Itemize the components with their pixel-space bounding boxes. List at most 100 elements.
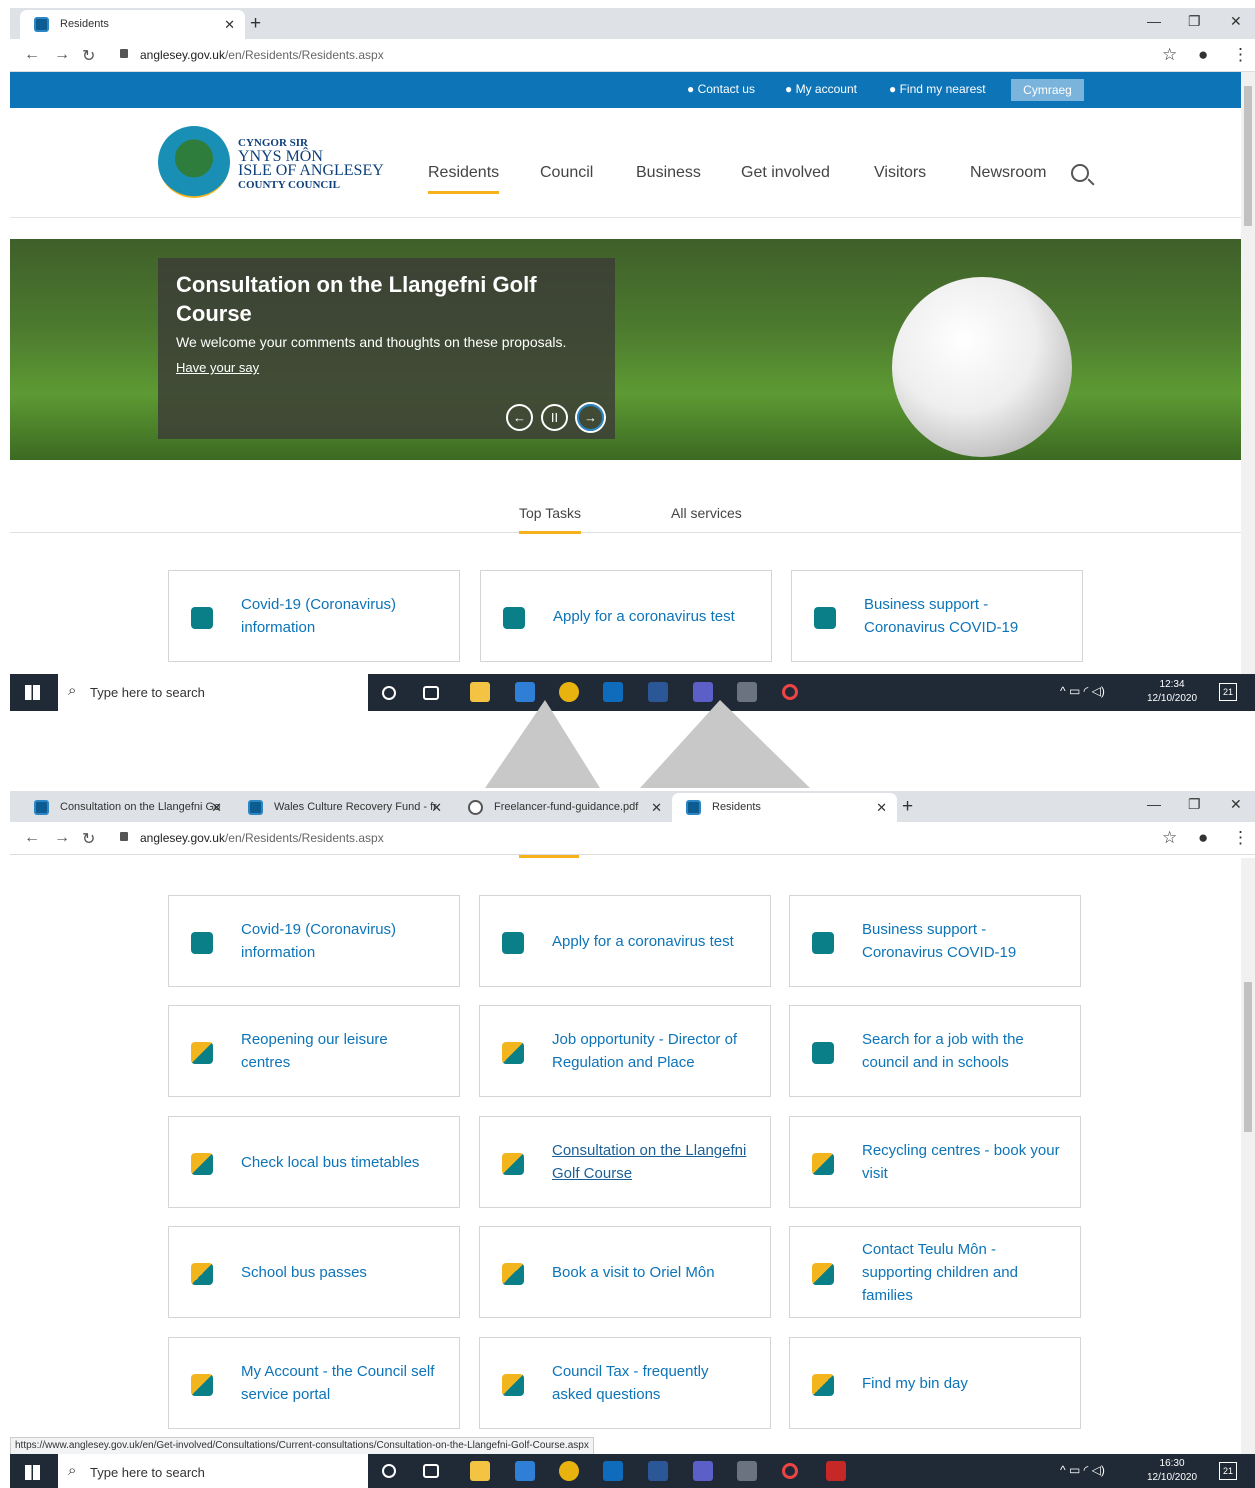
find-my-nearest-link[interactable]: ● Find my nearest — [889, 82, 986, 96]
browser-tab[interactable]: Freelancer-fund-guidance.pdf ✕ — [454, 793, 672, 822]
task-view-icon[interactable] — [423, 1464, 439, 1478]
carousel-pause-icon[interactable]: II — [541, 404, 568, 431]
task-card[interactable]: Covid-19 (Coronavirus) information — [168, 895, 460, 987]
task-card[interactable]: Council Tax - frequently asked questions — [479, 1337, 771, 1429]
calculator-app-icon[interactable] — [737, 1461, 757, 1481]
pdf-reader-icon[interactable] — [826, 1461, 846, 1481]
taskbar-clock[interactable]: 16:30 12/10/2020 — [1147, 1457, 1197, 1485]
teams-icon[interactable] — [693, 682, 713, 702]
chrome-icon[interactable] — [559, 682, 579, 702]
windows-start-icon[interactable] — [25, 1465, 40, 1480]
carousel-next-icon[interactable]: → — [577, 404, 604, 431]
task-card[interactable]: Check local bus timetables — [168, 1116, 460, 1208]
task-card[interactable]: Job opportunity - Director of Regulation… — [479, 1005, 771, 1097]
council-logo-emblem[interactable] — [158, 126, 230, 198]
back-icon[interactable]: ← — [24, 46, 40, 64]
browser-tab[interactable]: Consultation on the Llangefni Go ✕ — [20, 793, 232, 822]
taskbar-clock[interactable]: 12:34 12/10/2020 — [1147, 678, 1197, 706]
tab-all-services[interactable]: All services — [671, 505, 742, 521]
notification-icon[interactable]: 21 — [1219, 683, 1237, 701]
word-icon[interactable] — [648, 1461, 668, 1481]
edge-browser-icon[interactable] — [515, 1461, 535, 1481]
nav-residents[interactable]: Residents — [428, 164, 500, 194]
new-tab-icon[interactable]: + — [250, 13, 261, 35]
language-button[interactable]: Cymraeg — [1011, 79, 1084, 101]
nav-newsroom[interactable]: Newsroom — [970, 164, 1046, 182]
forward-icon[interactable]: → — [54, 829, 70, 847]
hero-link[interactable]: Have your say — [176, 360, 259, 375]
scrollbar-thumb[interactable] — [1244, 86, 1252, 226]
file-explorer-icon[interactable] — [470, 682, 490, 702]
chrome-icon[interactable] — [559, 1461, 579, 1481]
menu-kebab-icon[interactable]: ⋮ — [1232, 828, 1249, 848]
nav-business[interactable]: Business — [636, 164, 701, 182]
carousel-prev-icon[interactable]: ← — [506, 404, 533, 431]
browser-tab[interactable]: Residents ✕ — [20, 10, 245, 39]
browser-tab[interactable]: Residents ✕ — [672, 793, 897, 822]
task-card[interactable]: Covid-19 (Coronavirus) information — [168, 570, 460, 662]
profile-icon[interactable]: ● — [1198, 828, 1208, 848]
outlook-icon[interactable] — [603, 682, 623, 702]
browser-tab[interactable]: Wales Culture Recovery Fund - fr ✕ — [234, 793, 452, 822]
url-field[interactable]: anglesey.gov.uk/en/Residents/Residents.a… — [140, 48, 384, 62]
outlook-icon[interactable] — [603, 1461, 623, 1481]
app-ring-icon[interactable] — [782, 1463, 798, 1479]
new-tab-icon[interactable]: + — [902, 796, 913, 818]
task-card[interactable]: Book a visit to Oriel Môn — [479, 1226, 771, 1318]
minimize-icon[interactable]: — — [1147, 796, 1161, 812]
restore-icon[interactable]: ❐ — [1188, 796, 1201, 813]
nav-get-involved[interactable]: Get involved — [741, 164, 830, 182]
task-card[interactable]: Business support - Coronavirus COVID-19 — [791, 570, 1083, 662]
taskbar-search-input[interactable]: Type here to search — [58, 674, 368, 711]
nav-visitors[interactable]: Visitors — [874, 164, 926, 182]
task-card[interactable]: Apply for a coronavirus test — [479, 895, 771, 987]
task-card[interactable]: Find my bin day — [789, 1337, 1081, 1429]
reload-icon[interactable]: ↻ — [82, 829, 95, 849]
word-icon[interactable] — [648, 682, 668, 702]
task-card[interactable]: Apply for a coronavirus test — [480, 570, 772, 662]
close-window-icon[interactable]: ✕ — [1230, 13, 1242, 30]
task-card[interactable]: Reopening our leisure centres — [168, 1005, 460, 1097]
task-card[interactable]: Search for a job with the council and in… — [789, 1005, 1081, 1097]
profile-icon[interactable]: ● — [1198, 45, 1208, 65]
restore-icon[interactable]: ❐ — [1188, 13, 1201, 30]
task-card[interactable]: Consultation on the Llangefni Golf Cours… — [479, 1116, 771, 1208]
bookmark-star-icon[interactable]: ☆ — [1162, 45, 1177, 65]
edge-browser-icon[interactable] — [515, 682, 535, 702]
menu-kebab-icon[interactable]: ⋮ — [1232, 45, 1249, 65]
taskbar-search-input[interactable]: Type here to search — [58, 1454, 368, 1488]
close-tab-icon[interactable]: ✕ — [224, 17, 235, 33]
task-view-icon[interactable] — [423, 686, 439, 700]
task-card[interactable]: Contact Teulu Môn - supporting children … — [789, 1226, 1081, 1318]
teams-icon[interactable] — [693, 1461, 713, 1481]
tab-top-tasks[interactable]: Top Tasks — [519, 505, 581, 534]
bookmark-star-icon[interactable]: ☆ — [1162, 828, 1177, 848]
url-field[interactable]: anglesey.gov.uk/en/Residents/Residents.a… — [140, 831, 384, 845]
notification-icon[interactable]: 21 — [1219, 1462, 1237, 1480]
forward-icon[interactable]: → — [54, 46, 70, 64]
close-tab-icon[interactable]: ✕ — [876, 800, 887, 816]
system-tray-icons[interactable]: ^ ▭ ◜ ◁) — [1060, 1463, 1105, 1477]
council-logo-text[interactable]: CYNGOR SIR YNYS MÔN ISLE OF ANGLESEY COU… — [238, 136, 384, 192]
task-card[interactable]: My Account - the Council self service po… — [168, 1337, 460, 1429]
back-icon[interactable]: ← — [24, 829, 40, 847]
file-explorer-icon[interactable] — [470, 1461, 490, 1481]
close-tab-icon[interactable]: ✕ — [211, 800, 222, 816]
calculator-app-icon[interactable] — [737, 682, 757, 702]
task-card[interactable]: Business support - Coronavirus COVID-19 — [789, 895, 1081, 987]
contact-us-link[interactable]: ● Contact us — [687, 82, 755, 96]
search-icon[interactable] — [1071, 164, 1089, 182]
cortana-icon[interactable] — [382, 1464, 396, 1478]
close-tab-icon[interactable]: ✕ — [651, 800, 662, 816]
nav-council[interactable]: Council — [540, 164, 593, 182]
task-card[interactable]: Recycling centres - book your visit — [789, 1116, 1081, 1208]
app-ring-icon[interactable] — [782, 684, 798, 700]
reload-icon[interactable]: ↻ — [82, 46, 95, 66]
scrollbar[interactable] — [1241, 72, 1255, 674]
task-card[interactable]: School bus passes — [168, 1226, 460, 1318]
scrollbar[interactable] — [1241, 858, 1255, 1454]
my-account-link[interactable]: ● My account — [785, 82, 857, 96]
system-tray-icons[interactable]: ^ ▭ ◜ ◁) — [1060, 684, 1105, 698]
minimize-icon[interactable]: — — [1147, 13, 1161, 29]
close-window-icon[interactable]: ✕ — [1230, 796, 1242, 813]
